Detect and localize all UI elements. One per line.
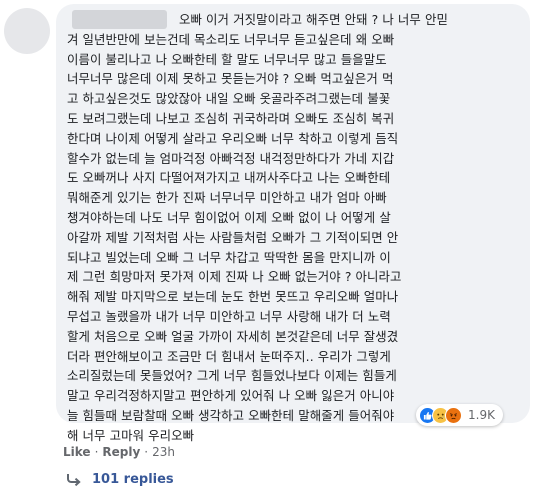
reply-button[interactable]: Reply [102,445,140,459]
comment-line: 소리질렀는데 못들었어? 그게 너무 힘들었나보다 이제는 힘들게 [67,368,397,384]
comment-line: 이름이 불리나고 나 오빠한테 할 말도 너무너무 많고 들을말도 [67,51,387,67]
like-button[interactable]: Like [63,445,91,459]
separator: · [94,445,99,459]
comment-line: 할게 처음으로 오빠 얼굴 가까이 자세히 본것같은데 너무 잘생겼 [67,328,399,344]
reaction-summary[interactable]: 1.9K [416,404,503,426]
comment-thread: 오빠 이거 거짓말이라고 해주면 안돼 ? 나 너무 안믿 겨 일년반만에 보는… [0,0,550,493]
comment-line: 고 하고싶은것도 많았잖아 내일 오빠 옷골라주려그랬는데 불꽃 [67,91,391,107]
comment-line: 무섭고 놀랬을까 내가 너무 미안하고 너무 사랑해 내가 더 노력 [67,308,391,324]
separator: · [144,445,149,459]
comment-text: 오빠 이거 거짓말이라고 해주면 안돼 ? 나 너무 안믿 겨 일년반만에 보는… [67,10,523,446]
comment-line: 도 보려그랬는데 나보고 조심히 귀국하라며 오빠도 조심히 복귀 [67,110,395,126]
reply-arrow-icon [67,473,81,486]
avatar[interactable] [4,8,50,54]
comment-actions: Like · Reply · 23h [63,445,175,459]
comment-line: 말고 우리걱정하지말고 편안하게 있어줘 나 오빠 잃은거 아니야 [67,388,395,404]
comment-line: 되냐고 빌었는데 오빠 그 너무 차갑고 딱딱한 몸을 만지니까 이 [67,249,391,265]
comment-line: 할수가 없는데 늘 엄마걱정 아빠걱정 내걱정만하다가 가네 지갑 [67,150,395,166]
reaction-count: 1.9K [468,408,495,422]
angry-icon [445,406,462,424]
comment-line: 오빠 이거 거짓말이라고 해주면 안돼 ? 나 너무 안믿 [179,12,448,27]
comment-line: 겨 일년반만에 보는건데 목소리도 너무너무 듣고싶은데 왜 오빠 [67,31,395,47]
comment-line: 챙겨야하는데 나도 너무 힘이없어 이제 오빠 없이 나 어떻게 살 [67,209,391,225]
comment-line: 뭐해준게 있기는 한가 진짜 너무너무 미안하고 내가 엄마 아빠 [67,190,387,206]
timestamp[interactable]: 23h [152,445,175,459]
comment-line: 해줘 제발 마지막으로 보는데 눈도 한번 못뜨고 우리오빠 얼마나 [67,289,399,305]
comment-line: 해 너무 고마워 우리오빠 [67,427,195,443]
comment-line: 너무너무 많은데 이제 못하고 못듣는거야 ? 오빠 먹고싶은거 먹 [67,71,394,87]
comment-line: 한다며 나이제 어떻게 살라고 우리오빠 너무 착하고 이렇게 듬직 [67,130,399,146]
comment-line: 도 오빠꺼나 사지 다떨어져가지고 내꺼사주다고 나는 오빠한테 [67,170,391,186]
view-replies-link[interactable]: 101 replies [66,472,174,487]
comment-line: 아갈까 제발 기적처럼 사는 사람들처럼 오빠가 그 기적이되면 안 [67,229,399,245]
comment-line: 더라 편안해보이고 조금만 더 힘내서 눈떠주지.. 우리가 그렇게 [67,348,391,364]
replies-count-label: 101 replies [92,472,174,487]
comment-line: 제 그런 희망마저 못가져 이제 진짜 나 오빠 없는거야 ? 아니라고 [67,269,402,285]
